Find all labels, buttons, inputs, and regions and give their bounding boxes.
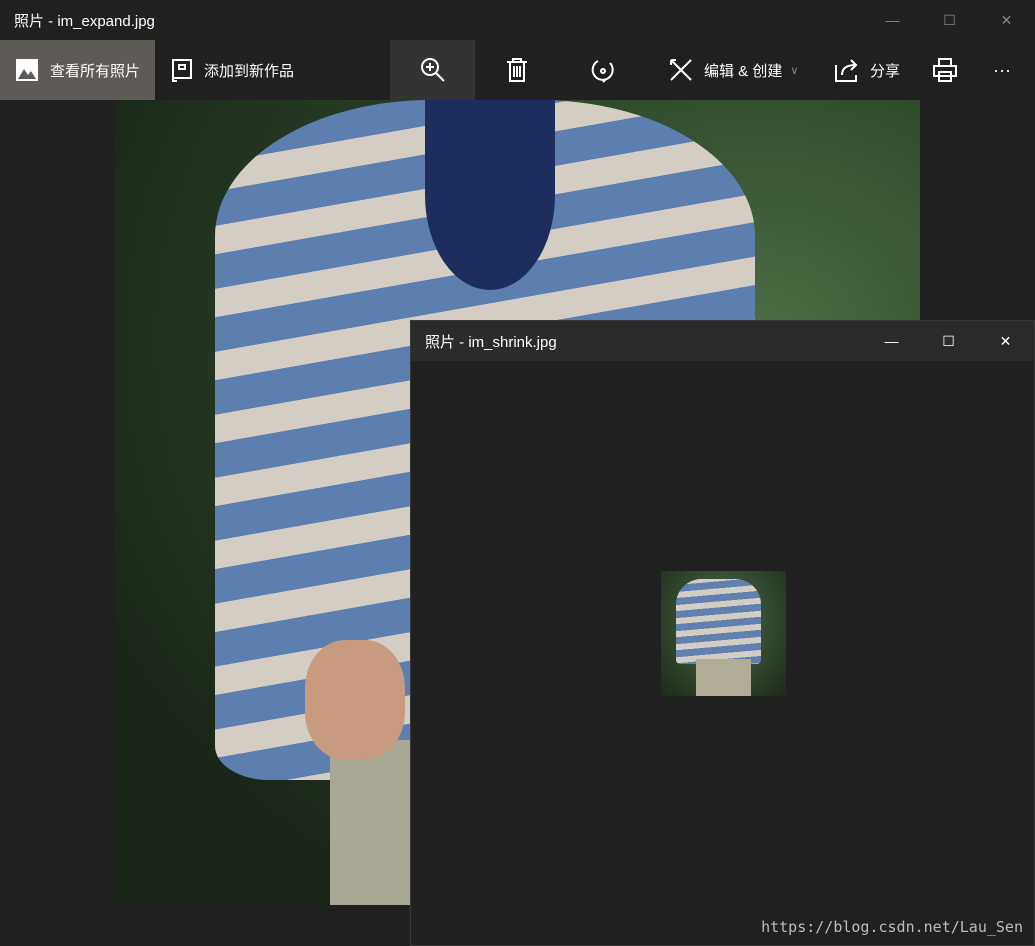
image-icon <box>16 59 38 81</box>
watermark: https://blog.csdn.net/Lau_Sen <box>761 918 1023 936</box>
add-to-creation-label: 添加到新作品 <box>204 62 295 80</box>
toolbar: 查看所有照片 添加到新作品 编辑 & 创建 ∨ 分享 ··· <box>0 40 1035 100</box>
shrink-photo-window: 照片 - im_shrink.jpg — ☐ ✕ <box>410 320 1035 946</box>
edit-create-label: 编辑 & 创建 <box>704 62 783 80</box>
zoom-button[interactable] <box>390 40 475 100</box>
share-label: 分享 <box>870 62 901 80</box>
view-all-photos-button[interactable]: 查看所有照片 <box>0 40 155 100</box>
add-to-creation-button[interactable]: 添加到新作品 <box>170 40 294 100</box>
close-button[interactable]: ✕ <box>978 0 1035 40</box>
second-window-title: 照片 - im_shrink.jpg <box>425 333 557 351</box>
minimize-button[interactable]: — <box>863 321 920 361</box>
view-all-label: 查看所有照片 <box>50 62 141 80</box>
share-button[interactable]: 分享 <box>834 40 900 100</box>
close-button[interactable]: ✕ <box>977 321 1034 361</box>
share-icon <box>835 59 858 82</box>
add-to-album-icon <box>172 59 192 82</box>
edit-icon <box>670 59 692 81</box>
main-title-bar: 照片 - im_expand.jpg — ☐ ✕ <box>0 0 1035 40</box>
trash-icon <box>507 58 527 82</box>
photo-tshirt <box>425 100 555 290</box>
edit-create-button[interactable]: 编辑 & 创建 ∨ <box>668 40 798 100</box>
shrunk-photo <box>661 571 786 696</box>
maximize-button[interactable]: ☐ <box>920 321 977 361</box>
printer-icon <box>933 58 957 82</box>
minimize-button[interactable]: — <box>864 0 921 40</box>
rotate-button[interactable] <box>590 40 616 100</box>
maximize-button[interactable]: ☐ <box>921 0 978 40</box>
photo-pants <box>696 659 751 696</box>
second-title-bar: 照片 - im_shrink.jpg — ☐ ✕ <box>411 321 1034 361</box>
rotate-icon <box>591 60 614 83</box>
window-title: 照片 - im_expand.jpg <box>14 12 155 30</box>
more-options-button[interactable]: ··· <box>993 40 1011 100</box>
delete-button[interactable] <box>505 40 529 100</box>
zoom-in-icon <box>420 58 445 82</box>
chevron-down-icon: ∨ <box>790 64 799 77</box>
print-button[interactable] <box>932 40 958 100</box>
photo-shirt <box>676 579 761 664</box>
photo-hand <box>305 640 405 760</box>
